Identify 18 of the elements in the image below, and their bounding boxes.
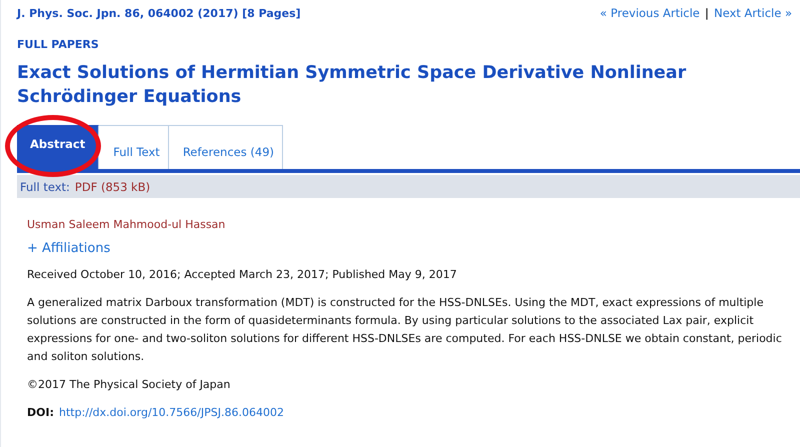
- citation-link[interactable]: J. Phys. Soc. Jpn. 86, 064002 (2017) [8 Pages]: [17, 6, 301, 20]
- article-title: Exact Solutions of Hermitian Symmetric Space Derivative Nonlinear Schrödinger Equations: [17, 62, 688, 109]
- section-label: FULL PAPERS: [17, 38, 100, 51]
- abstract-text: A generalized matrix Darboux transformation (MDT) is constructed for the HSS-DNLSEs. Using the MDT, exact expressions of multiple solutions are constructed in the form of quasideterminants formula. By using particular solutions to the associated Lax pair, explicit expressions for one- and two-soliton solutions for different HSS-DNLSEs are computed. For each HSS-DNLSE we obtain constant, periodic and soliton solutions.: [27, 295, 783, 365]
- author-link[interactable]: Usman Saleem Mahmood-ul Hassan: [27, 218, 800, 231]
- full-text-label: Full text:: [20, 180, 70, 194]
- nav-separator: |: [704, 6, 709, 20]
- tab[interactable]: References (49): [168, 125, 283, 169]
- publication-dates: Received October 10, 2016; Accepted March 23, 2017; Published May 9, 2017: [27, 267, 458, 283]
- tab[interactable]: Full Text: [99, 125, 169, 169]
- doi-label: DOI:: [27, 405, 54, 421]
- pdf-link[interactable]: PDF (853 kB): [74, 180, 150, 194]
- previous-article-link[interactable]: « Previous Article: [600, 6, 700, 20]
- affiliations-toggle[interactable]: + Affiliations: [27, 241, 800, 256]
- doi-link[interactable]: http://dx.doi.org/10.7566/JPSJ.86.064002: [58, 404, 284, 422]
- copyright-text: ©2017 The Physical Society of Japan: [27, 377, 232, 393]
- next-article-link[interactable]: Next Article »: [714, 6, 792, 20]
- tab[interactable]: Abstract: [17, 125, 100, 169]
